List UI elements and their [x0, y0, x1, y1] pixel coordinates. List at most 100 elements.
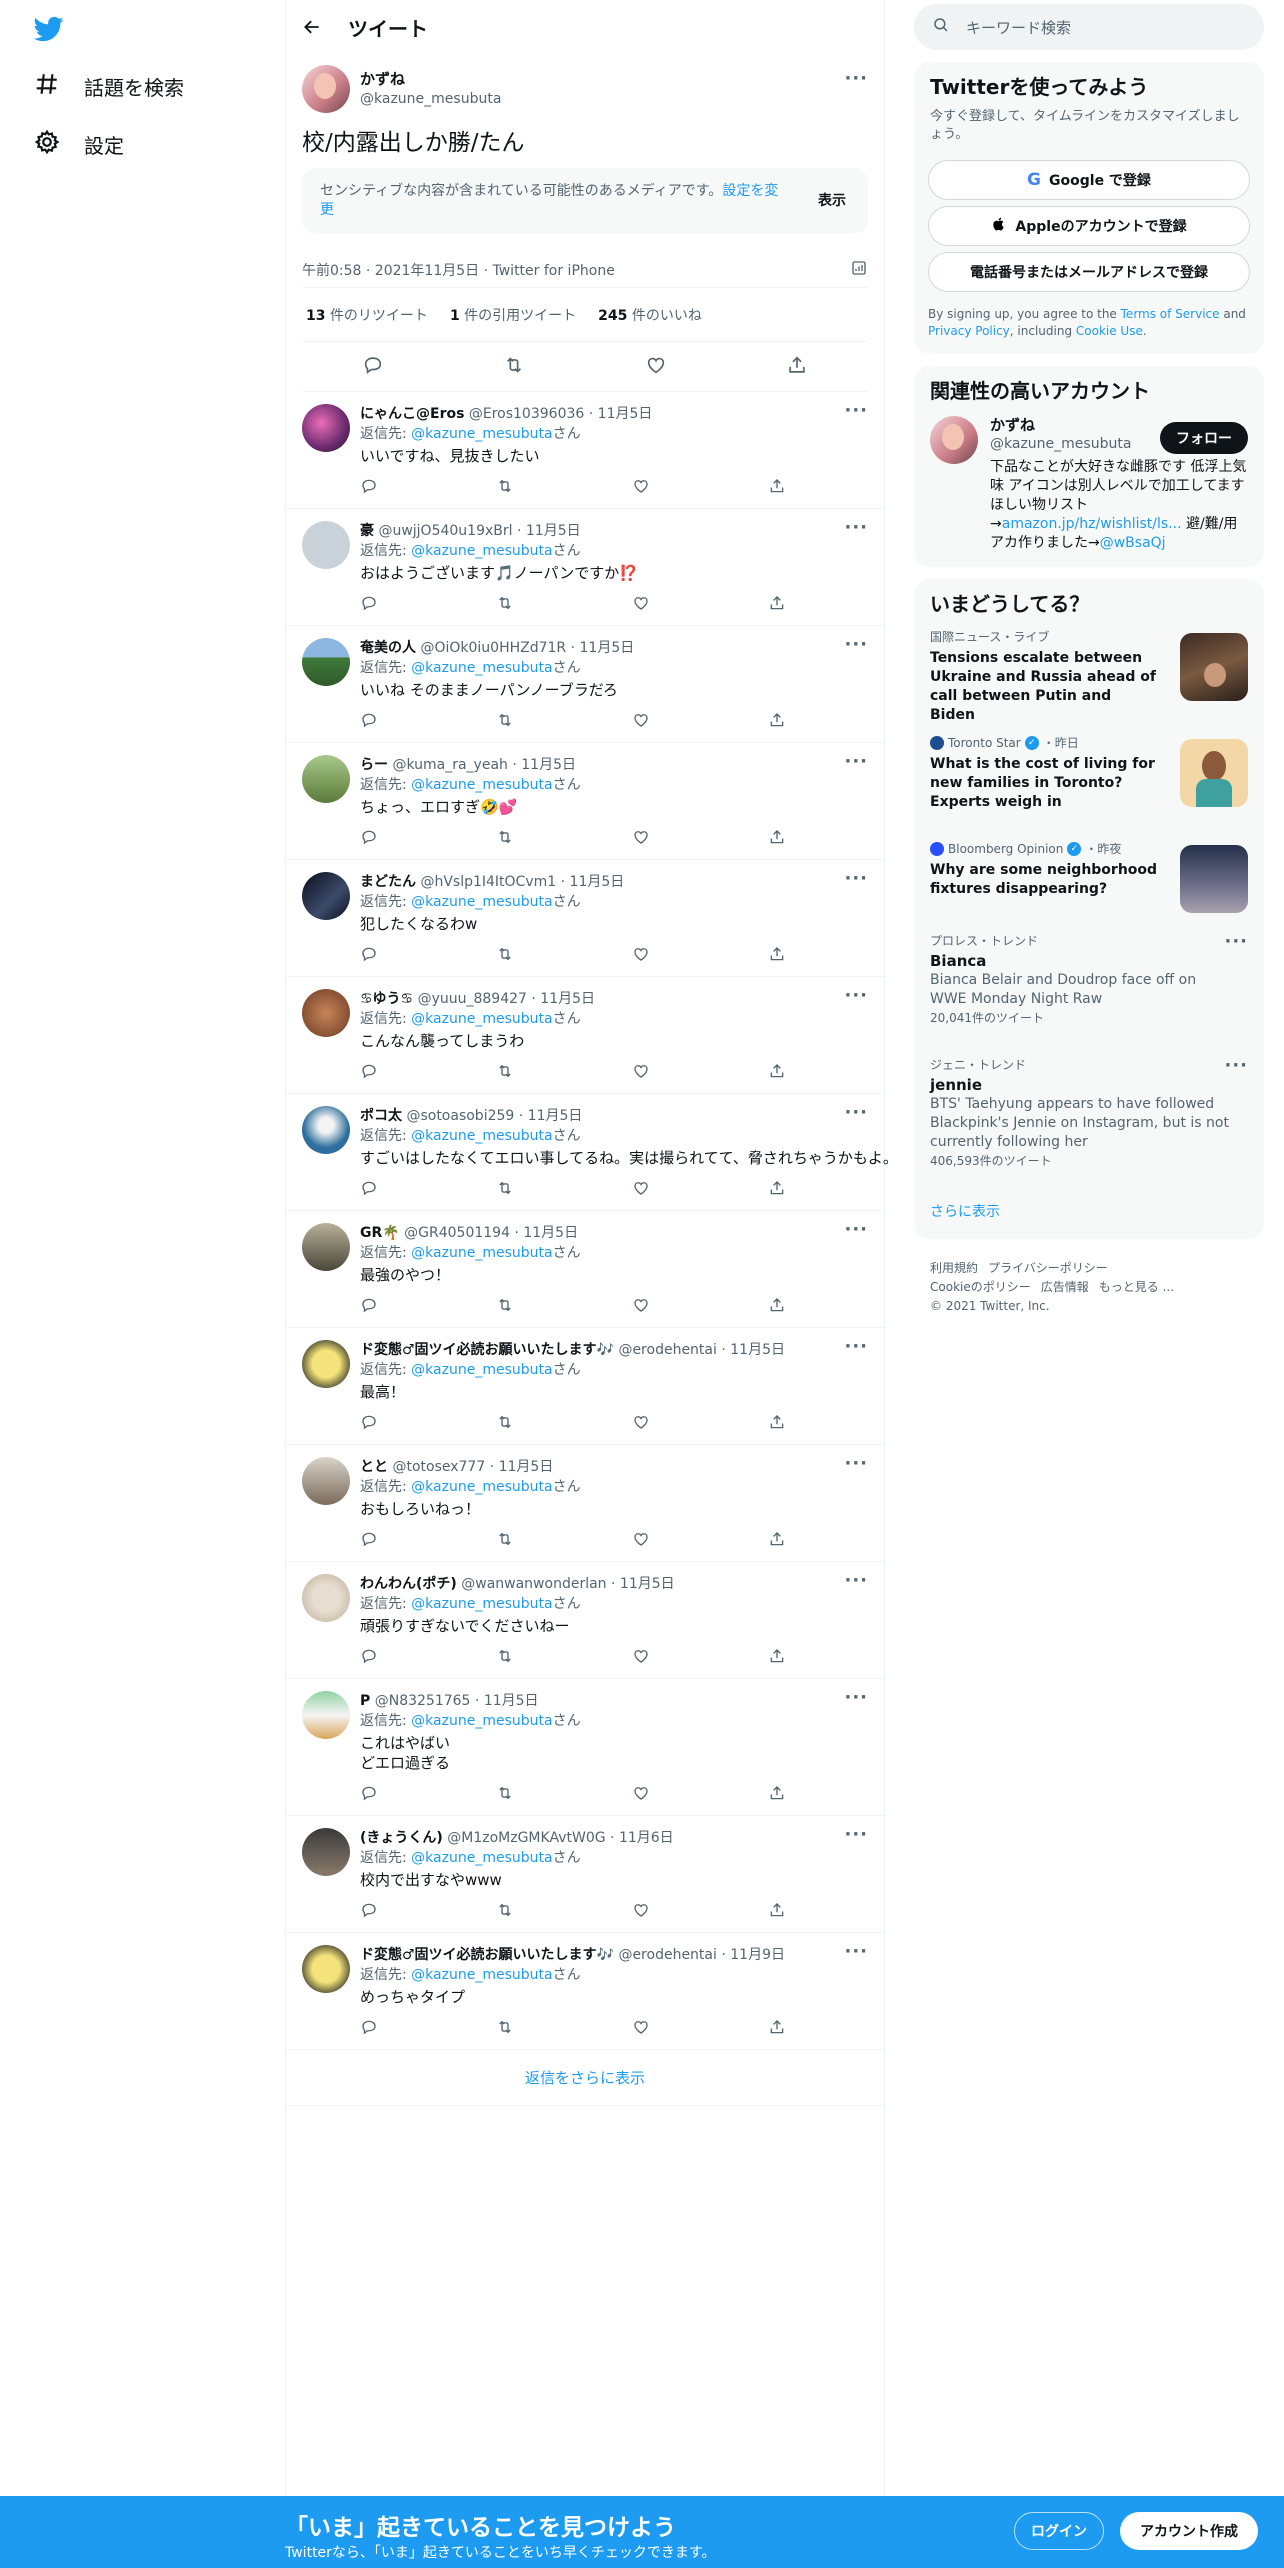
reply-tweet[interactable]: わんわん(ポチ) @wanwanwonderlan · 11月5日 返信先: @k… [286, 1562, 884, 1679]
reply-to-link[interactable]: @kazune_mesubuta [411, 1128, 552, 1144]
like-icon[interactable] [632, 594, 768, 612]
signup-button[interactable]: アカウント作成 [1120, 2512, 1258, 2550]
footer-more-link[interactable]: もっと見る ... [1099, 1280, 1174, 1294]
reply-date[interactable]: 11月5日 [528, 1108, 583, 1124]
share-icon[interactable] [768, 1647, 904, 1665]
more-options-icon[interactable]: ··· [844, 1570, 868, 1591]
like-icon[interactable] [632, 945, 768, 963]
avatar[interactable] [302, 1340, 350, 1388]
reply-icon[interactable] [360, 828, 496, 846]
follow-button[interactable]: フォロー [1160, 422, 1248, 454]
like-icon[interactable] [632, 1784, 768, 1802]
reply-to-link[interactable]: @kazune_mesubuta [411, 894, 552, 910]
reply-author-handle[interactable]: @M1zoMzGMKAvtW0G [447, 1830, 605, 1846]
reply-tweet[interactable]: 奄美の人 @OiOk0iu0HHZd71R · 11月5日 返信先: @kazun… [286, 626, 884, 743]
show-more-trends-link[interactable]: さらに表示 [914, 1189, 1264, 1239]
reply-author-name[interactable]: ド変態♂固ツイ必読お願いいたします🎶 [360, 1342, 614, 1358]
tos-link[interactable]: Terms of Service [1121, 307, 1220, 321]
show-more-replies-button[interactable]: 返信をさらに表示 [286, 2050, 884, 2106]
like-icon[interactable] [632, 711, 768, 729]
retweet-icon[interactable] [496, 1062, 632, 1080]
reply-icon[interactable] [360, 1647, 496, 1665]
more-options-icon[interactable]: ··· [844, 1824, 868, 1845]
footer-privacy-link[interactable]: プライバシーポリシー [988, 1261, 1108, 1275]
share-icon[interactable] [768, 477, 904, 495]
reply-to-link[interactable]: @kazune_mesubuta [411, 426, 552, 442]
reply-icon[interactable] [360, 1784, 496, 1802]
more-options-icon[interactable]: ··· [844, 1687, 868, 1708]
author-name[interactable]: かずね [360, 69, 501, 89]
more-options-icon[interactable]: ··· [844, 400, 868, 421]
news-item[interactable]: 国際ニュース・ライブ Tensions escalate between Ukr… [914, 621, 1264, 727]
avatar[interactable] [302, 1691, 350, 1739]
reply-date[interactable]: 11月5日 [523, 1225, 578, 1241]
reply-author-handle[interactable]: @erodehentai [618, 1947, 716, 1963]
retweet-icon[interactable] [496, 1901, 632, 1919]
like-icon[interactable] [632, 1296, 768, 1314]
more-options-icon[interactable]: ··· [844, 1336, 868, 1357]
search-box[interactable]: キーワード検索 [914, 4, 1264, 50]
reply-author-handle[interactable]: @GR40501194 [404, 1225, 510, 1241]
reply-author-handle[interactable]: @N83251765 [375, 1693, 471, 1709]
like-icon[interactable] [632, 1530, 768, 1548]
retweet-icon[interactable] [496, 945, 632, 963]
share-icon[interactable] [768, 1296, 904, 1314]
share-icon[interactable] [768, 1901, 904, 1919]
share-icon[interactable] [768, 828, 904, 846]
reply-icon[interactable] [360, 2018, 496, 2036]
reply-to-link[interactable]: @kazune_mesubuta [411, 1967, 552, 1983]
retweet-icon[interactable] [496, 2018, 632, 2036]
share-icon[interactable] [768, 945, 904, 963]
reply-date[interactable]: 11月9日 [730, 1947, 785, 1963]
more-options-icon[interactable]: ··· [844, 634, 868, 655]
reply-to-link[interactable]: @kazune_mesubuta [411, 660, 552, 676]
share-icon[interactable] [768, 1413, 904, 1431]
reply-to-link[interactable]: @kazune_mesubuta [411, 777, 552, 793]
nav-settings[interactable]: 設定 [34, 124, 124, 164]
reply-icon[interactable] [360, 1179, 496, 1197]
news-item[interactable]: Bloomberg Opinion ✓ ・昨夜 Why are some neigh… [914, 833, 1264, 925]
retweet-icon[interactable] [496, 1784, 632, 1802]
share-icon[interactable] [768, 1530, 904, 1548]
back-arrow-icon[interactable] [302, 17, 322, 37]
retweet-icon[interactable] [496, 477, 632, 495]
reply-tweet[interactable]: ド変態♂固ツイ必読お願いいたします🎶 @erodehentai · 11月5日返… [286, 1328, 884, 1445]
account-row[interactable]: かずね @kazune_mesubuta 下品なことが大好きな雌豚です 低浮上気… [914, 408, 1264, 567]
reply-author-handle[interactable]: @OiOk0iu0HHZd71R [420, 640, 566, 656]
footer-ads-link[interactable]: 広告情報 [1041, 1280, 1089, 1294]
more-options-icon[interactable]: ··· [844, 868, 868, 889]
like-icon[interactable] [632, 1179, 768, 1197]
reply-icon[interactable] [360, 477, 496, 495]
alt-account-link[interactable]: @wBsaQj [1100, 535, 1166, 551]
reply-to-link[interactable]: @kazune_mesubuta [411, 1713, 552, 1729]
reply-date[interactable]: 11月5日 [598, 406, 653, 422]
avatar[interactable] [302, 65, 350, 113]
reply-author-handle[interactable]: @wanwanwonderlan [461, 1576, 606, 1592]
footer-terms-link[interactable]: 利用規約 [930, 1261, 978, 1275]
avatar[interactable] [302, 989, 350, 1037]
reply-date[interactable]: 11月5日 [620, 1576, 675, 1592]
news-item[interactable]: Toronto Star ✓ ・昨日 What is the cost of liv… [914, 727, 1264, 833]
reply-icon[interactable] [362, 354, 384, 380]
footer-cookie-link[interactable]: Cookieのポリシー [930, 1280, 1031, 1294]
more-options-icon[interactable]: ··· [844, 1941, 868, 1962]
retweet-icon[interactable] [496, 828, 632, 846]
cookie-link[interactable]: Cookie Use [1076, 324, 1143, 338]
avatar[interactable] [302, 1223, 350, 1271]
like-icon[interactable] [632, 1062, 768, 1080]
reply-author-handle[interactable]: @yuuu_889427 [418, 991, 527, 1007]
reply-author-handle[interactable]: @hVslp1I4ItOCvm1 [420, 874, 556, 890]
reply-date[interactable]: 11月5日 [499, 1459, 554, 1475]
search-input[interactable]: キーワード検索 [966, 17, 1071, 38]
wishlist-link[interactable]: amazon.jp/hz/wishlist/ls... [1002, 516, 1182, 532]
share-icon[interactable] [768, 711, 904, 729]
more-options-icon[interactable]: ··· [844, 1219, 868, 1240]
login-button[interactable]: ログイン [1014, 2512, 1104, 2550]
reply-date[interactable]: 11月5日 [521, 757, 576, 773]
reply-author-name[interactable]: らー [360, 757, 388, 773]
reply-author-name[interactable]: 奄美の人 [360, 640, 416, 656]
reply-date[interactable]: 11月6日 [619, 1830, 674, 1846]
reply-tweet[interactable]: (きょうくん) @M1zoMzGMKAvtW0G · 11月6日 返信先: @ka… [286, 1816, 884, 1933]
reply-date[interactable]: 11月5日 [484, 1693, 539, 1709]
avatar[interactable] [302, 1828, 350, 1876]
